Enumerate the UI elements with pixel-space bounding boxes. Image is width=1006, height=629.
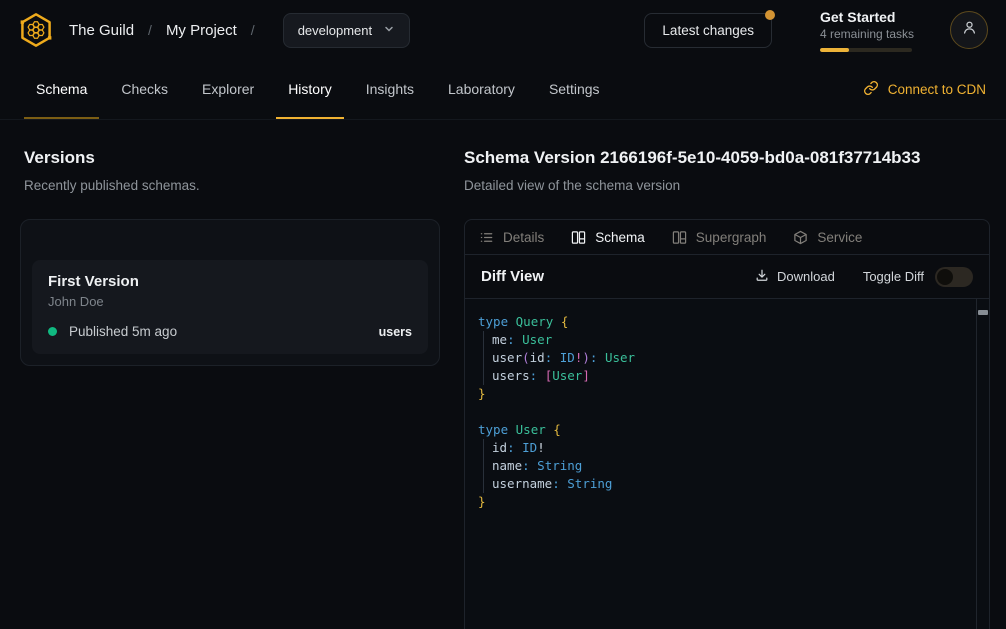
- indent-guide: [483, 367, 492, 385]
- nav-tab-explorer[interactable]: Explorer: [190, 60, 266, 119]
- top-bar: The Guild / My Project / development Lat…: [0, 0, 1006, 60]
- panel-tab-label: Details: [503, 230, 544, 245]
- versions-column: Versions Recently published schemas. Fir…: [20, 146, 440, 629]
- toggle-diff-knob: [937, 269, 953, 285]
- version-detail-subtitle: Detailed view of the schema version: [464, 176, 990, 195]
- download-button[interactable]: Download: [755, 268, 835, 285]
- nav-tab-checks[interactable]: Checks: [109, 60, 180, 119]
- code-line: }: [478, 385, 973, 403]
- schema-code-lines: type Query {me: Useruser(id: ID!): Useru…: [478, 313, 973, 511]
- get-started-widget[interactable]: Get Started 4 remaining tasks: [820, 9, 920, 52]
- main-content: Versions Recently published schemas. Fir…: [0, 120, 1006, 629]
- indent-guide: [483, 349, 492, 367]
- get-started-progress-bar: [820, 48, 912, 52]
- nav-tab-list: SchemaChecksExplorerHistoryInsightsLabor…: [24, 60, 612, 119]
- version-list-item[interactable]: First Version John Doe Published 5m ago …: [32, 260, 428, 354]
- toggle-diff-switch[interactable]: [935, 267, 973, 287]
- target-selector-value: development: [298, 23, 372, 38]
- toggle-diff-label: Toggle Diff: [863, 269, 924, 284]
- panel-tab-label: Service: [817, 230, 862, 245]
- nav-tab-laboratory[interactable]: Laboratory: [436, 60, 527, 119]
- panel-tab-details[interactable]: Details: [479, 230, 544, 245]
- breadcrumb-org[interactable]: The Guild: [69, 22, 134, 39]
- code-line: username: String: [478, 475, 973, 493]
- indent-guide: [483, 439, 492, 457]
- version-status-row: Published 5m ago users: [48, 324, 412, 339]
- version-detail-column: Schema Version 2166196f-5e10-4059-bd0a-0…: [464, 146, 990, 629]
- download-icon: [755, 268, 769, 285]
- connect-to-cdn-label: Connect to CDN: [888, 82, 986, 97]
- panel-tab-label: Schema: [595, 230, 645, 245]
- chevron-down-icon: [383, 23, 395, 38]
- breadcrumb-project[interactable]: My Project: [166, 22, 237, 39]
- breadcrumb-separator: /: [251, 22, 255, 38]
- versions-title: Versions: [24, 146, 440, 170]
- code-line: }: [478, 493, 973, 511]
- versions-subtitle: Recently published schemas.: [24, 176, 440, 195]
- code-scrollbar-thumb[interactable]: [978, 310, 988, 315]
- nav-tab-schema[interactable]: Schema: [24, 60, 99, 119]
- code-line: id: ID!: [478, 439, 973, 457]
- user-avatar[interactable]: [950, 11, 988, 49]
- indent-guide: [483, 457, 492, 475]
- code-line: users: [User]: [478, 367, 973, 385]
- list-icon: [479, 230, 494, 245]
- get-started-title: Get Started: [820, 9, 920, 25]
- indent-guide: [483, 331, 492, 349]
- download-label: Download: [777, 269, 835, 284]
- version-status-text: Published 5m ago: [69, 324, 379, 339]
- panel-tab-service[interactable]: Service: [793, 230, 862, 245]
- get-started-progress-fill: [820, 48, 849, 52]
- columns-icon: [571, 230, 586, 245]
- person-icon: [960, 18, 979, 42]
- nav-tab-insights[interactable]: Insights: [354, 60, 426, 119]
- version-detail-title: Schema Version 2166196f-5e10-4059-bd0a-0…: [464, 146, 990, 170]
- code-scrollbar[interactable]: [976, 299, 989, 629]
- published-status-dot: [48, 327, 57, 336]
- guild-logo-icon[interactable]: [16, 10, 56, 50]
- get-started-subtitle: 4 remaining tasks: [820, 27, 920, 41]
- nav-tab-history[interactable]: History: [276, 60, 344, 119]
- code-line: user(id: ID!): User: [478, 349, 973, 367]
- indent-guide: [483, 475, 492, 493]
- target-selector-dropdown[interactable]: development: [283, 13, 410, 48]
- nav-tab-settings[interactable]: Settings: [537, 60, 612, 119]
- version-name: First Version: [48, 273, 412, 290]
- cube-icon: [793, 230, 808, 245]
- breadcrumb-separator: /: [148, 22, 152, 38]
- latest-changes-button[interactable]: Latest changes: [644, 13, 772, 48]
- panel-tab-schema[interactable]: Schema: [571, 230, 645, 245]
- panel-tab-supergraph[interactable]: Supergraph: [672, 230, 767, 245]
- diff-view-title: Diff View: [481, 268, 755, 285]
- version-service-badge: users: [379, 325, 412, 339]
- version-author: John Doe: [48, 294, 412, 309]
- connect-to-cdn-link[interactable]: Connect to CDN: [863, 60, 986, 119]
- diff-toolbar: Diff View Download Toggle Diff: [465, 255, 989, 299]
- panel-tab-label: Supergraph: [696, 230, 767, 245]
- columns-icon: [672, 230, 687, 245]
- code-line: type User {: [478, 421, 973, 439]
- primary-nav: SchemaChecksExplorerHistoryInsightsLabor…: [0, 60, 1006, 120]
- version-detail-panel: Details Schema Supergraph Service Diff View…: [464, 219, 990, 629]
- code-line: [478, 403, 973, 421]
- code-line: name: String: [478, 457, 973, 475]
- schema-code-viewer: type Query {me: Useruser(id: ID!): Useru…: [465, 299, 989, 629]
- panel-tab-list: Details Schema Supergraph Service: [465, 220, 989, 255]
- code-line: me: User: [478, 331, 973, 349]
- code-line: type Query {: [478, 313, 973, 331]
- latest-changes-label: Latest changes: [662, 23, 754, 38]
- link-icon: [863, 80, 879, 99]
- versions-list-card: First Version John Doe Published 5m ago …: [20, 219, 440, 366]
- notification-dot: [765, 10, 775, 20]
